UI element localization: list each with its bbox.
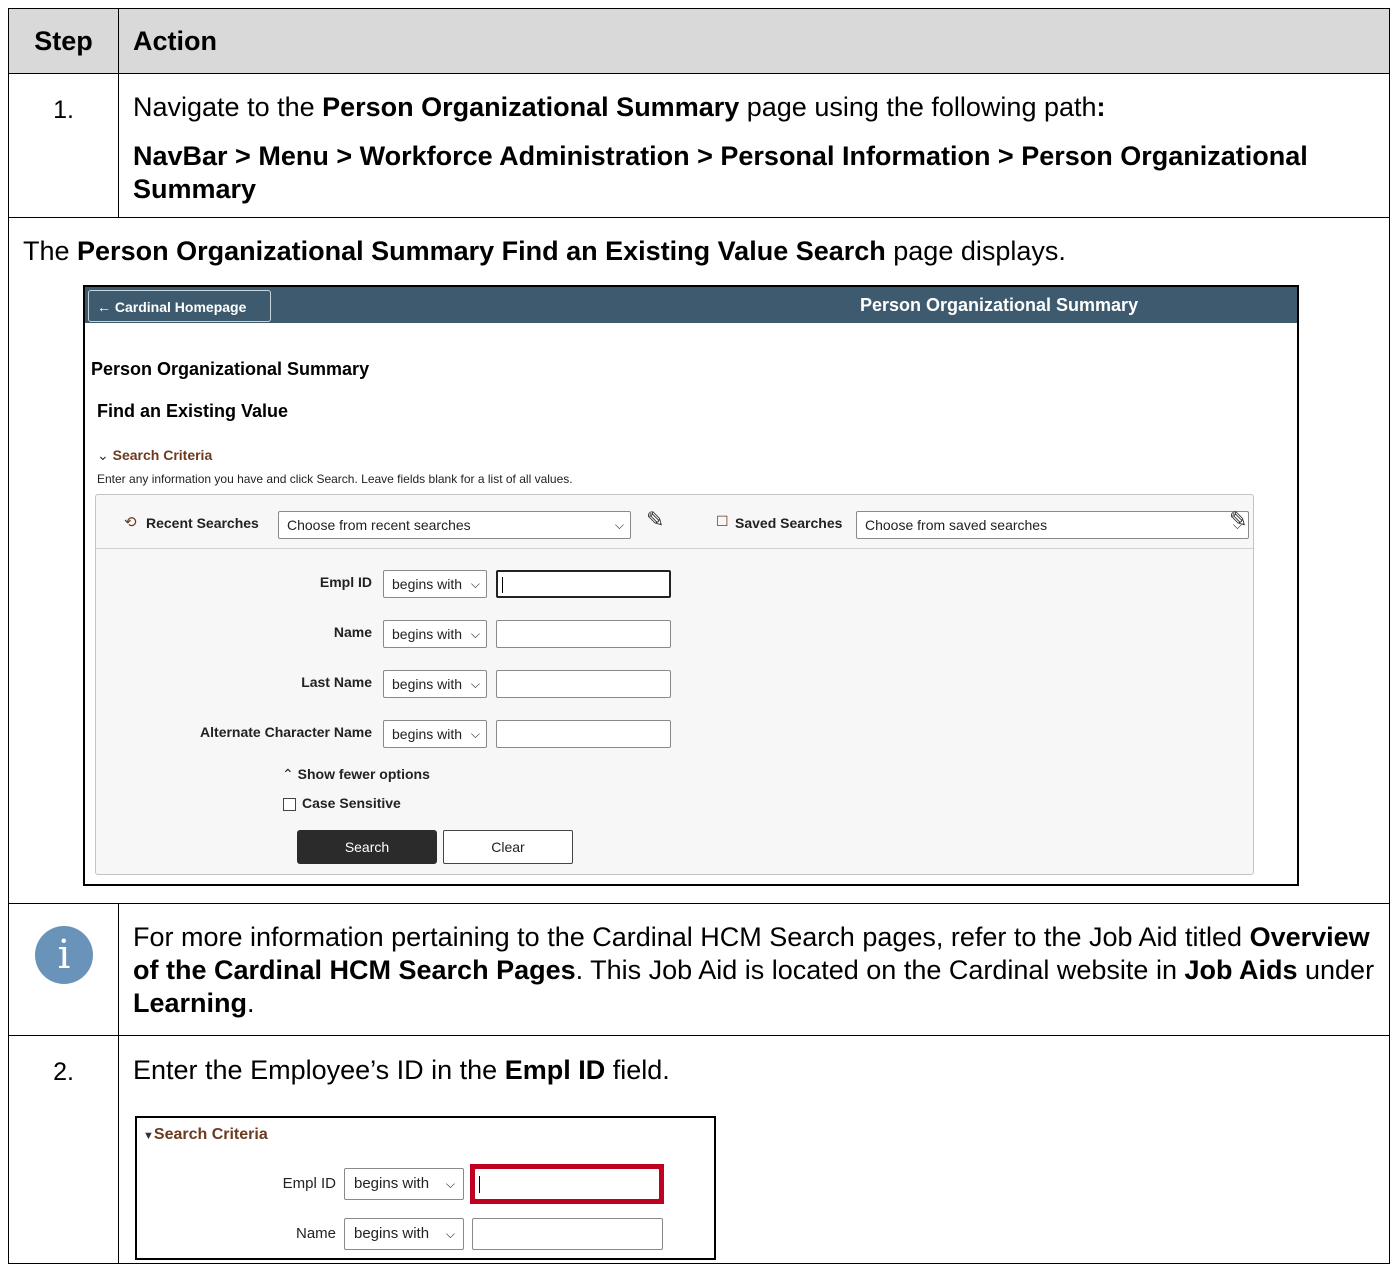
empl-id-field-screenshot: ▼Search Criteria Empl ID begins with ⌵ Na… [135,1116,716,1260]
empl-id-operator[interactable]: begins with ⌵ [344,1168,464,1200]
page-title: Person Organizational Summary [91,359,370,379]
last-name-operator[interactable]: begins with ⌵ [383,670,487,698]
field-label-alternate-character-name: Alternate Character Name [200,724,372,740]
empl-id-operator[interactable]: begins with ⌵ [383,570,487,598]
caption-bold: Person Organizational Summary Find an Ex… [77,236,886,266]
step-2-text: Enter the Employee’s ID in the [133,1055,505,1085]
chevron-down-icon: ⌵ [470,677,480,691]
cardinal-homepage-button[interactable]: ← Cardinal Homepage [88,290,271,322]
text-caret [502,577,503,593]
info-bold-3: Learning [133,988,248,1018]
field-label-empl-id: Empl ID [319,574,372,590]
show-fewer-label: Show fewer options [297,766,430,782]
alternate-character-name-input[interactable] [496,720,671,748]
step-1-number: 1. [8,73,119,218]
name-operator[interactable]: begins with ⌵ [344,1218,464,1250]
chevron-down-icon: ⌵ [470,577,480,591]
info-text-4: . [247,988,255,1018]
recent-searches-value: Choose from recent searches [287,517,471,533]
operator-value: begins with [392,676,463,692]
step-1-text-b: page using the following path [739,92,1097,122]
step-2-number: 2. [8,1035,119,1264]
header-step: Step [8,8,119,74]
navbar-title: Person Organizational Summary [860,295,1139,315]
last-name-input[interactable] [496,670,671,698]
step-1-row: 1. Navigate to the Person Organizational… [8,73,1390,218]
chevron-down-icon: ⌵ [470,627,480,641]
info-text-3: under [1297,955,1375,985]
saved-searches-value: Choose from saved searches [865,517,1048,533]
caption-post: page displays. [885,236,1066,266]
info-row: For more information pertaining to the C… [8,903,1390,1036]
info-bold-2: Job Aids [1184,955,1298,985]
pencil-icon[interactable]: ✎ [646,507,664,533]
chevron-up-icon: ⌃ [282,766,294,782]
table-header-row: Step Action [8,8,1390,74]
info-text-1: For more information pertaining to the C… [133,922,1250,952]
chevron-down-icon: ⌄ [97,447,109,463]
highlight-box [470,1164,664,1204]
search-page-screenshot: ← Cardinal Homepage Person Organizationa… [83,285,1299,886]
recent-searches-label: Recent Searches [146,515,259,531]
navigation-path: NavBar > Menu > Workforce Administration… [133,141,1308,204]
operator-value: begins with [392,626,463,642]
field-label-last-name: Last Name [301,674,372,690]
navbar: ← Cardinal Homepage Person Organizationa… [85,287,1297,323]
saved-searches-label: Saved Searches [735,515,843,531]
search-criteria-note: Enter any information you have and click… [97,472,573,486]
chevron-down-icon: ⌵ [614,518,624,532]
operator-value: begins with [392,726,463,742]
step-2-bold: Empl ID [504,1055,606,1085]
search-criteria-toggle[interactable]: ⌄ Search Criteria [97,447,212,464]
info-icon: i [35,926,93,984]
search-criteria-toggle[interactable]: ▼Search Criteria [143,1126,268,1144]
show-fewer-options-link[interactable]: ⌃ Show fewer options [282,766,430,783]
info-text-2: . This Job Aid is located on the Cardina… [575,955,1185,985]
step-1-colon: : [1096,92,1106,122]
history-icon: ⟲ [124,514,137,531]
field-label-empl-id: Empl ID [282,1175,336,1192]
caption-text: The [23,236,78,266]
chevron-down-icon: ⌵ [445,1227,455,1241]
field-label-name: Name [295,1225,336,1242]
chevron-down-icon: ⌵ [470,727,480,741]
recent-searches-select[interactable]: Choose from recent searches ⌵ [278,511,631,539]
search-panel: ⟲ Recent Searches Choose from recent sea… [95,494,1254,875]
operator-value: begins with [354,1225,430,1242]
pencil-icon[interactable]: ✎ [1229,507,1247,533]
alternate-character-name-operator[interactable]: begins with ⌵ [383,720,487,748]
saved-searches-select[interactable]: Choose from saved searches ⌵ [856,511,1249,539]
info-text: For more information pertaining to the C… [118,903,1390,1036]
case-sensitive-label: Case Sensitive [302,795,401,811]
name-input[interactable] [496,620,671,648]
step-1-text: Navigate to the [133,92,323,122]
empl-id-input[interactable] [496,570,671,598]
clear-button[interactable]: Clear [443,830,573,864]
field-label-name: Name [333,624,372,640]
name-input[interactable] [472,1218,663,1250]
search-criteria-label: Search Criteria [112,447,213,463]
search-criteria-label: Search Criteria [153,1126,268,1143]
header-action: Action [118,8,1390,74]
chevron-down-icon: ⌵ [445,1177,455,1191]
operator-value: begins with [354,1175,430,1192]
bookmark-icon: ☐ [716,513,729,529]
name-operator[interactable]: begins with ⌵ [383,620,487,648]
step-2-post: field. [605,1055,670,1085]
case-sensitive-checkbox[interactable] [283,798,296,811]
step-1-action: Navigate to the Person Organizational Su… [118,73,1390,218]
search-button[interactable]: Search [297,830,437,864]
triangle-down-icon: ▼ [143,1130,154,1142]
step-1-bold: Person Organizational Summary [322,92,740,122]
operator-value: begins with [392,576,463,592]
page-subtitle: Find an Existing Value [97,401,289,421]
saved-searches-row: ⟲ Recent Searches Choose from recent sea… [96,495,1253,549]
